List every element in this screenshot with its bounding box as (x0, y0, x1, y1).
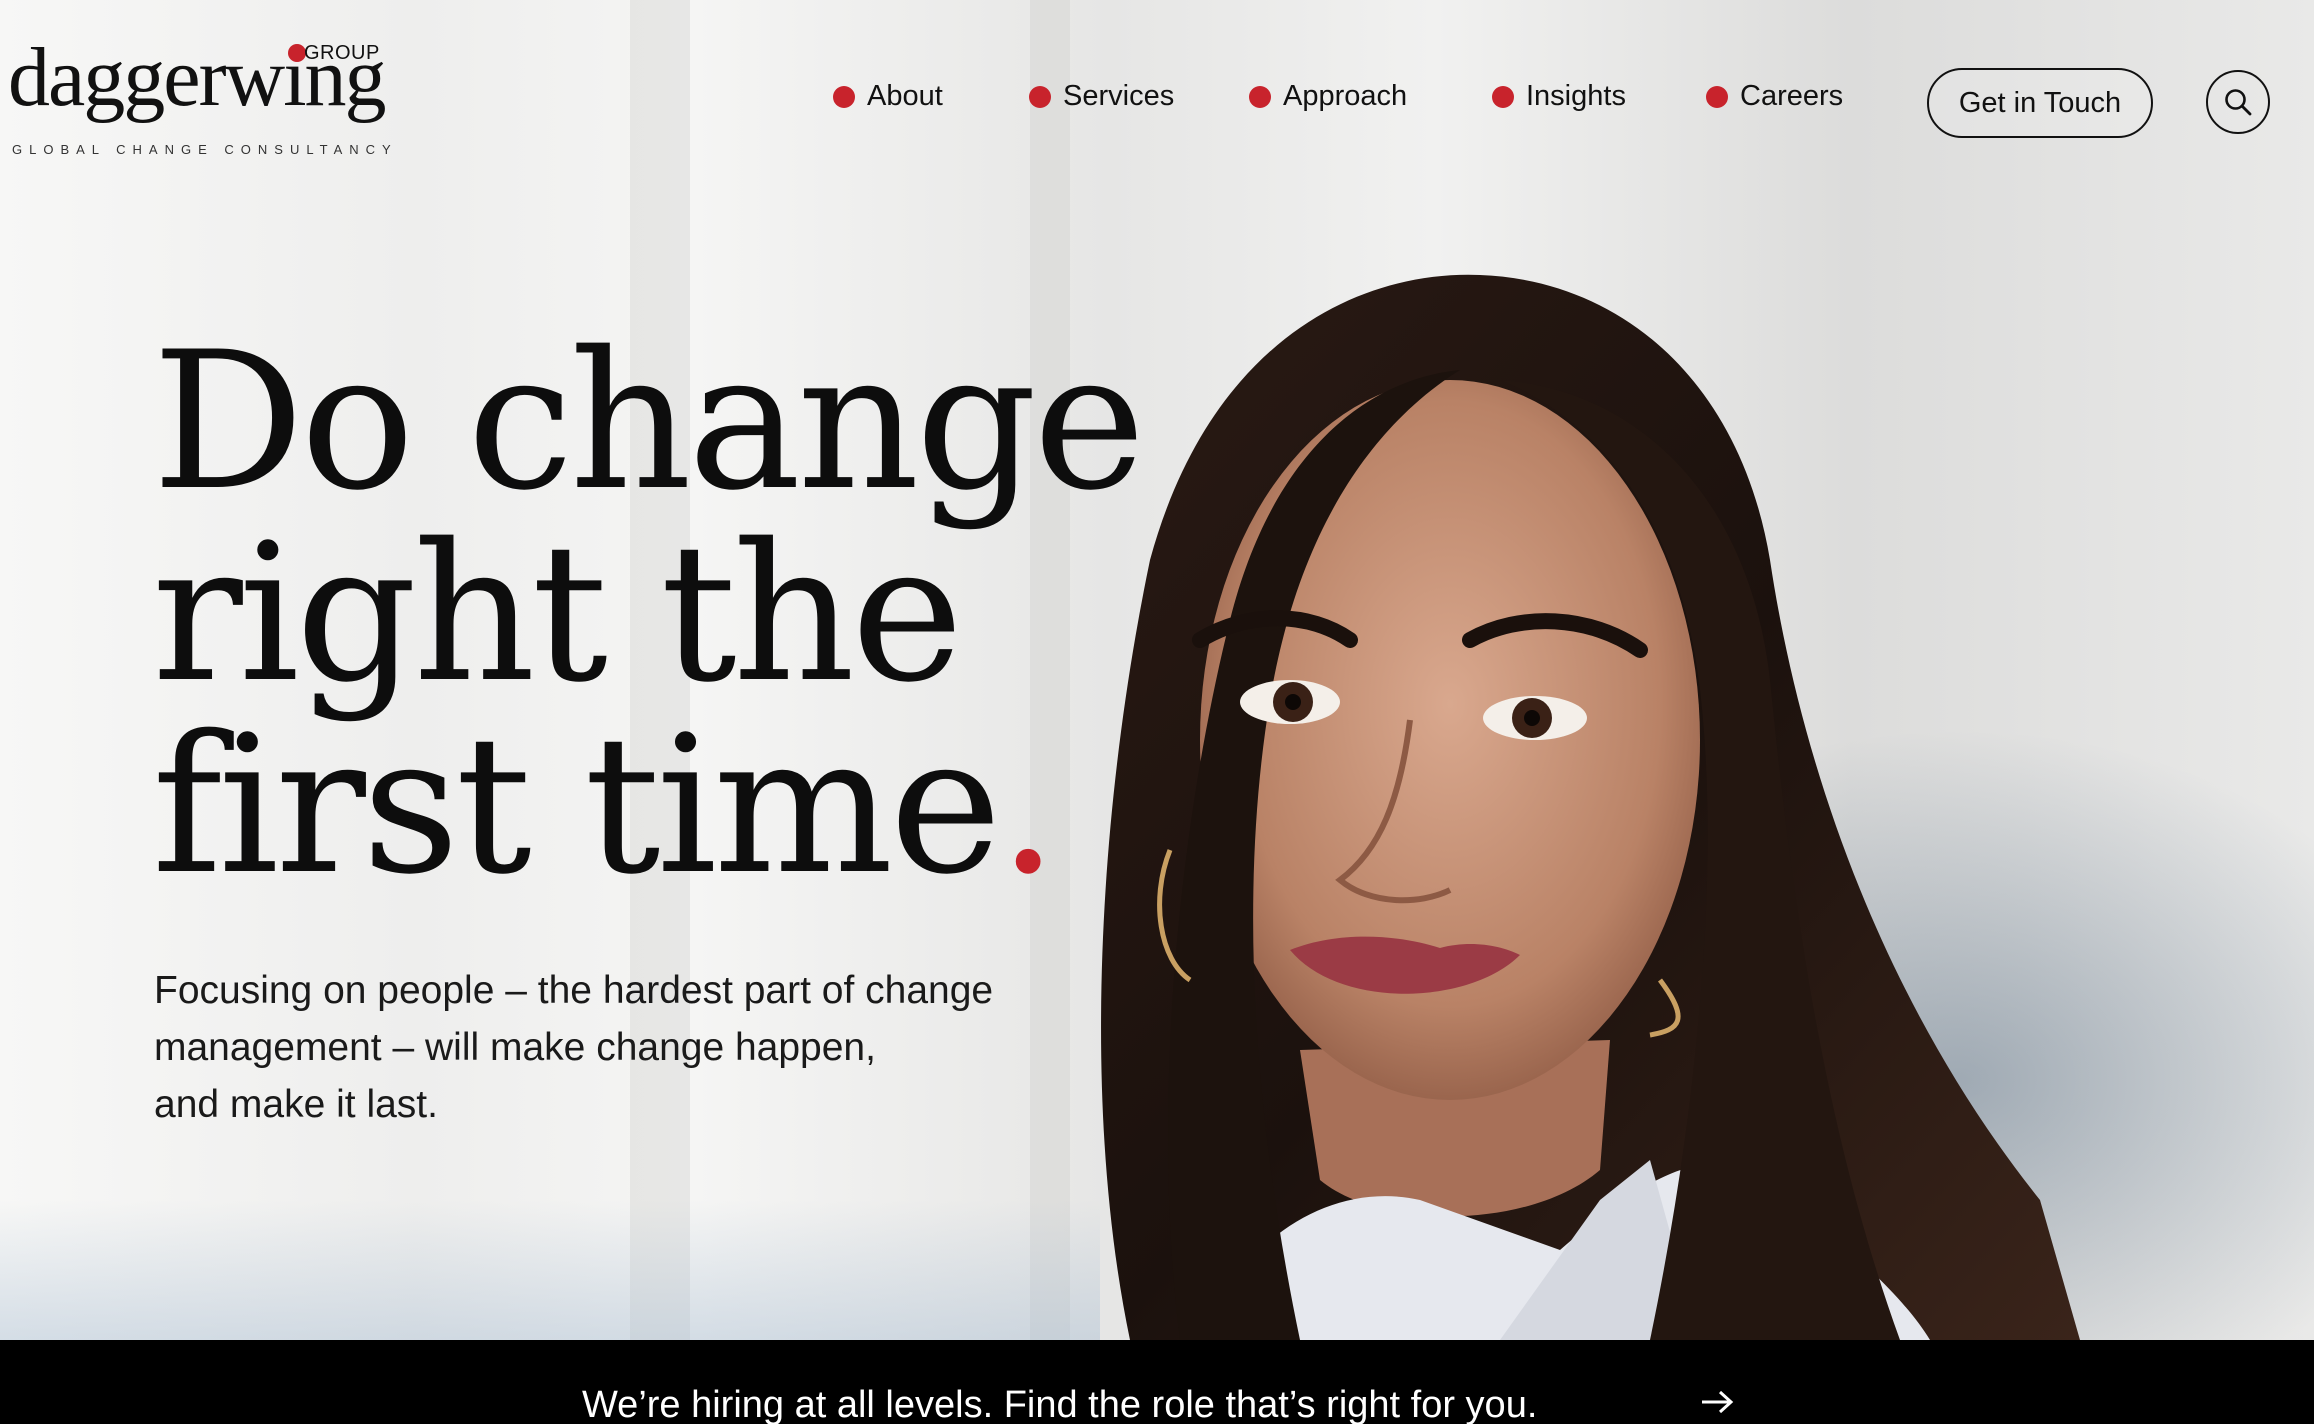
hiring-banner-text: We’re hiring at all levels. Find the rol… (582, 1384, 1538, 1424)
hero-headline: Do change right the first time. (152, 326, 1152, 902)
nav-item-about[interactable]: About (833, 80, 943, 113)
nav-item-insights[interactable]: Insights (1492, 80, 1626, 113)
bullet-dot-icon (1706, 85, 1728, 108)
bullet-dot-icon (1029, 85, 1051, 108)
logo-tagline: GLOBAL CHANGE CONSULTANCY (12, 142, 398, 157)
nav-item-label: Insights (1526, 80, 1626, 112)
lead-line: and make it last. (154, 1083, 438, 1126)
headline-line: Do change (152, 311, 1146, 532)
logo-group-label: GROUP (304, 42, 380, 64)
brand-logo[interactable]: daggerwing GROUP GLOBAL CHANGE CONSULTAN… (8, 36, 391, 166)
bullet-dot-icon (833, 85, 855, 108)
headline-line: first time (152, 695, 1002, 916)
search-button[interactable] (2206, 70, 2270, 134)
nav-item-careers[interactable]: Careers (1706, 80, 1843, 113)
arrow-right-icon (1702, 1390, 1734, 1414)
lead-line: management – will make change happen, (154, 1026, 876, 1069)
bullet-dot-icon (1249, 85, 1271, 108)
nav-item-label: Approach (1283, 80, 1408, 112)
headline-red-period: . (997, 695, 1058, 916)
nav-item-label: Services (1063, 80, 1175, 112)
nav-item-services[interactable]: Services (1029, 80, 1174, 113)
nav-item-label: Careers (1740, 80, 1844, 112)
search-icon (2225, 89, 2252, 116)
nav-item-label: About (867, 80, 943, 112)
bullet-dot-icon (1492, 85, 1514, 108)
get-in-touch-button[interactable]: Get in Touch (1927, 68, 2153, 138)
nav-item-approach[interactable]: Approach (1249, 80, 1407, 113)
lead-line: Focusing on people – the hardest part of… (154, 969, 994, 1012)
hero-lead-text: Focusing on people – the hardest part of… (154, 962, 1054, 1133)
hiring-banner[interactable]: We’re hiring at all levels. Find the rol… (0, 1340, 2314, 1424)
headline-line: right the (152, 503, 963, 724)
